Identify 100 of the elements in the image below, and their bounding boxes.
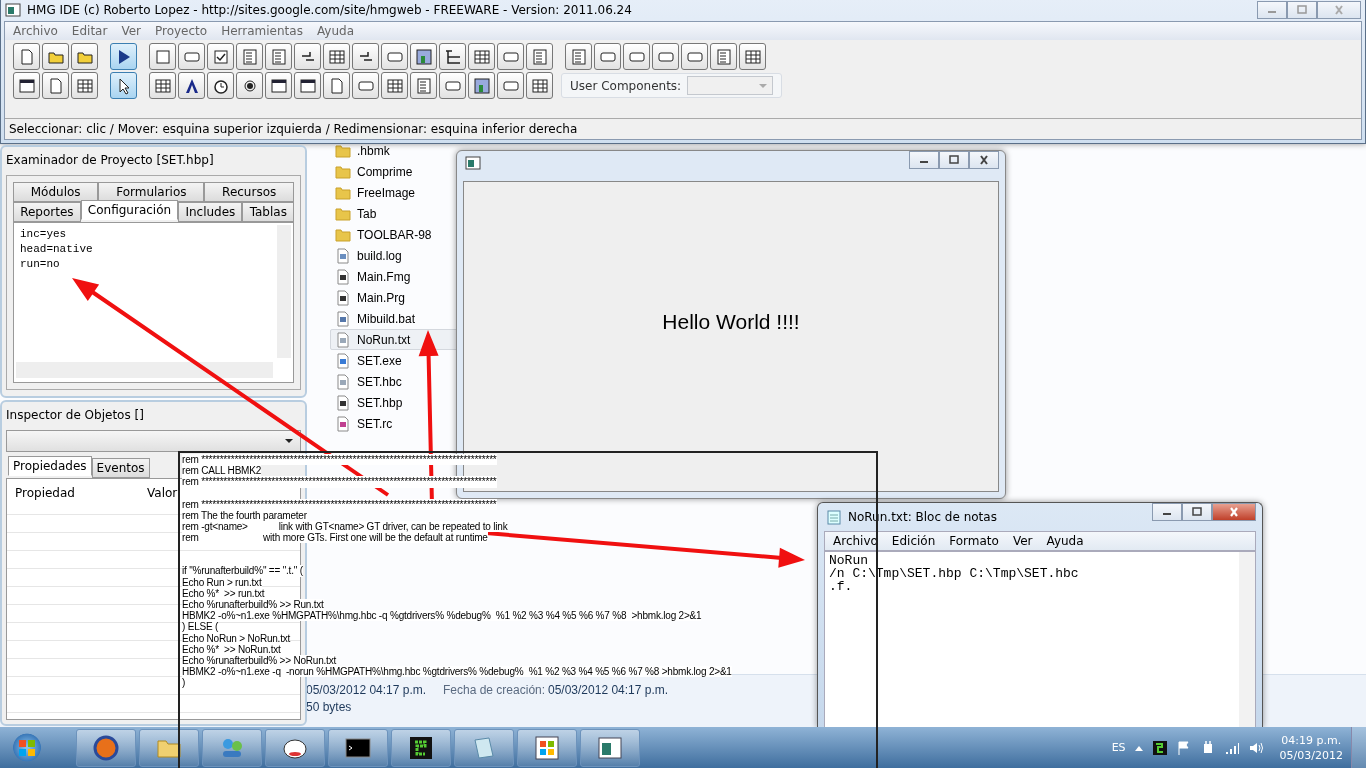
menu-item[interactable]: Ayuda: [316, 24, 354, 38]
toolbar-button[interactable]: [439, 43, 466, 70]
tab[interactable]: Configuración: [80, 200, 179, 220]
toolbar-button[interactable]: [294, 43, 321, 70]
menu-item[interactable]: Formato: [949, 534, 999, 548]
file-item[interactable]: SET.exe: [330, 350, 458, 371]
tab[interactable]: Reportes: [13, 202, 81, 222]
file-icon: [335, 373, 351, 390]
config-line: inc=yes: [20, 227, 68, 242]
toolbar-button[interactable]: [149, 72, 176, 99]
clock[interactable]: 04:19 p.m. 05/03/2012: [1279, 732, 1343, 763]
file-icon: [335, 331, 351, 348]
toolbar-button[interactable]: [110, 72, 137, 99]
taskbar-button[interactable]: [328, 728, 388, 767]
file-item[interactable]: NoRun.txt: [330, 329, 458, 350]
tab[interactable]: Propiedades: [8, 456, 92, 476]
file-item[interactable]: .hbmk: [330, 140, 458, 161]
tab[interactable]: Eventos: [91, 458, 150, 478]
close-button[interactable]: [969, 151, 999, 169]
maximize-button[interactable]: [939, 151, 969, 169]
grid-icon: [743, 47, 762, 66]
hello-message: Hello World !!!!: [662, 309, 800, 334]
app-tray-icon[interactable]: [1151, 739, 1168, 756]
flag-icon[interactable]: [1175, 739, 1192, 756]
clock-date: 05/03/2012: [1279, 747, 1343, 763]
toolbar-button[interactable]: [207, 72, 234, 99]
file-item[interactable]: FreeImage: [330, 182, 458, 203]
list-icon: [569, 47, 588, 66]
tab[interactable]: Módulos: [13, 182, 99, 202]
file-item[interactable]: SET.hbp: [330, 392, 458, 413]
toolbar-button[interactable]: [468, 43, 495, 70]
toolbar-button[interactable]: [739, 43, 766, 70]
config-editor[interactable]: inc=yes head=native run=no: [13, 222, 294, 383]
taskbar-button[interactable]: [139, 728, 199, 767]
file-icon: [335, 268, 351, 285]
menu-item[interactable]: Editar: [71, 24, 108, 38]
maximize-icon: [948, 155, 960, 165]
text-line: NoRun: [829, 554, 869, 567]
toolbar-button[interactable]: [236, 72, 263, 99]
list-icon: [414, 76, 433, 95]
file-item[interactable]: build.log: [330, 245, 458, 266]
tab[interactable]: Includes: [178, 202, 243, 222]
file-icon: [335, 247, 351, 264]
column-header: Propiedad: [14, 486, 76, 500]
file-item[interactable]: Tab: [330, 203, 458, 224]
folder-icon: [335, 163, 351, 180]
taskbar-button[interactable]: [391, 728, 451, 767]
file-icon: [335, 310, 351, 327]
list-icon: [714, 47, 733, 66]
horizontal-scrollbar[interactable]: [16, 362, 273, 378]
toolbar-button[interactable]: [294, 72, 321, 99]
toolbar-button[interactable]: [178, 72, 205, 99]
maximize-icon: [1191, 507, 1203, 517]
created-date: 05/03/2012 04:17 p.m.: [548, 683, 669, 697]
object-dropdown[interactable]: [6, 430, 301, 452]
notepad-icon: [826, 509, 842, 525]
window-icon: [17, 76, 36, 95]
close-button[interactable]: [1212, 503, 1256, 521]
created-label: Fecha de creación:: [443, 683, 546, 697]
grid-icon: [75, 76, 94, 95]
toolbar-button[interactable]: [207, 43, 234, 70]
menu-item[interactable]: Archivo: [13, 24, 58, 38]
menu-item[interactable]: Ver: [1012, 534, 1033, 548]
vertical-scrollbar[interactable]: [1239, 552, 1255, 727]
menu-item[interactable]: Proyecto: [155, 24, 208, 38]
minimize-button[interactable]: [909, 151, 939, 169]
file-item[interactable]: Main.Fmg: [330, 266, 458, 287]
toolbar-button[interactable]: [323, 43, 350, 70]
square-icon: [153, 47, 172, 66]
toolbar-button[interactable]: [110, 43, 137, 70]
file-item[interactable]: Comprime: [330, 161, 458, 182]
tab[interactable]: Tablas: [242, 202, 295, 222]
file-item[interactable]: Main.Prg: [330, 287, 458, 308]
menu-item[interactable]: Edición: [891, 534, 936, 548]
tab[interactable]: Recursos: [204, 182, 294, 202]
minimize-button[interactable]: [1152, 503, 1182, 521]
menu-item[interactable]: Herramientas: [221, 24, 303, 38]
app-icon: [465, 155, 481, 171]
menu-item[interactable]: Ver: [121, 24, 141, 38]
status-bar: Seleccionar: clic / Mover: esquina superior izquierda / Redimensionar: esquina inferior derecha: [5, 118, 1361, 139]
grid-icon: [385, 76, 404, 95]
toolbar-button[interactable]: [381, 72, 408, 99]
menu-item[interactable]: Archivo: [833, 534, 878, 548]
window-title: HMG IDE (c) Roberto Lopez - http://sites.google.com/site/hmgweb - FREEWARE - Version: 2011.06.24: [27, 3, 632, 17]
menu-item[interactable]: Ayuda: [1046, 534, 1084, 548]
grid-icon: [472, 47, 491, 66]
maximize-button[interactable]: [1287, 1, 1317, 19]
clock-time: 04:19 p.m.: [1281, 732, 1342, 748]
toolbar-button[interactable]: [71, 72, 98, 99]
file-item[interactable]: Mibuild.bat: [330, 308, 458, 329]
tab[interactable]: Formularios: [98, 182, 205, 202]
toolbar-button[interactable]: [265, 72, 292, 99]
toolbar-button[interactable]: [526, 72, 553, 99]
file-item[interactable]: SET.hbc: [330, 371, 458, 392]
file-item[interactable]: SET.rc: [330, 413, 458, 434]
toolbar-button[interactable]: [13, 72, 40, 99]
file-item[interactable]: TOOLBAR-98: [330, 224, 458, 245]
maximize-button[interactable]: [1182, 503, 1212, 521]
toolbar-button[interactable]: [352, 43, 379, 70]
taskbar-button[interactable]: [76, 728, 136, 767]
